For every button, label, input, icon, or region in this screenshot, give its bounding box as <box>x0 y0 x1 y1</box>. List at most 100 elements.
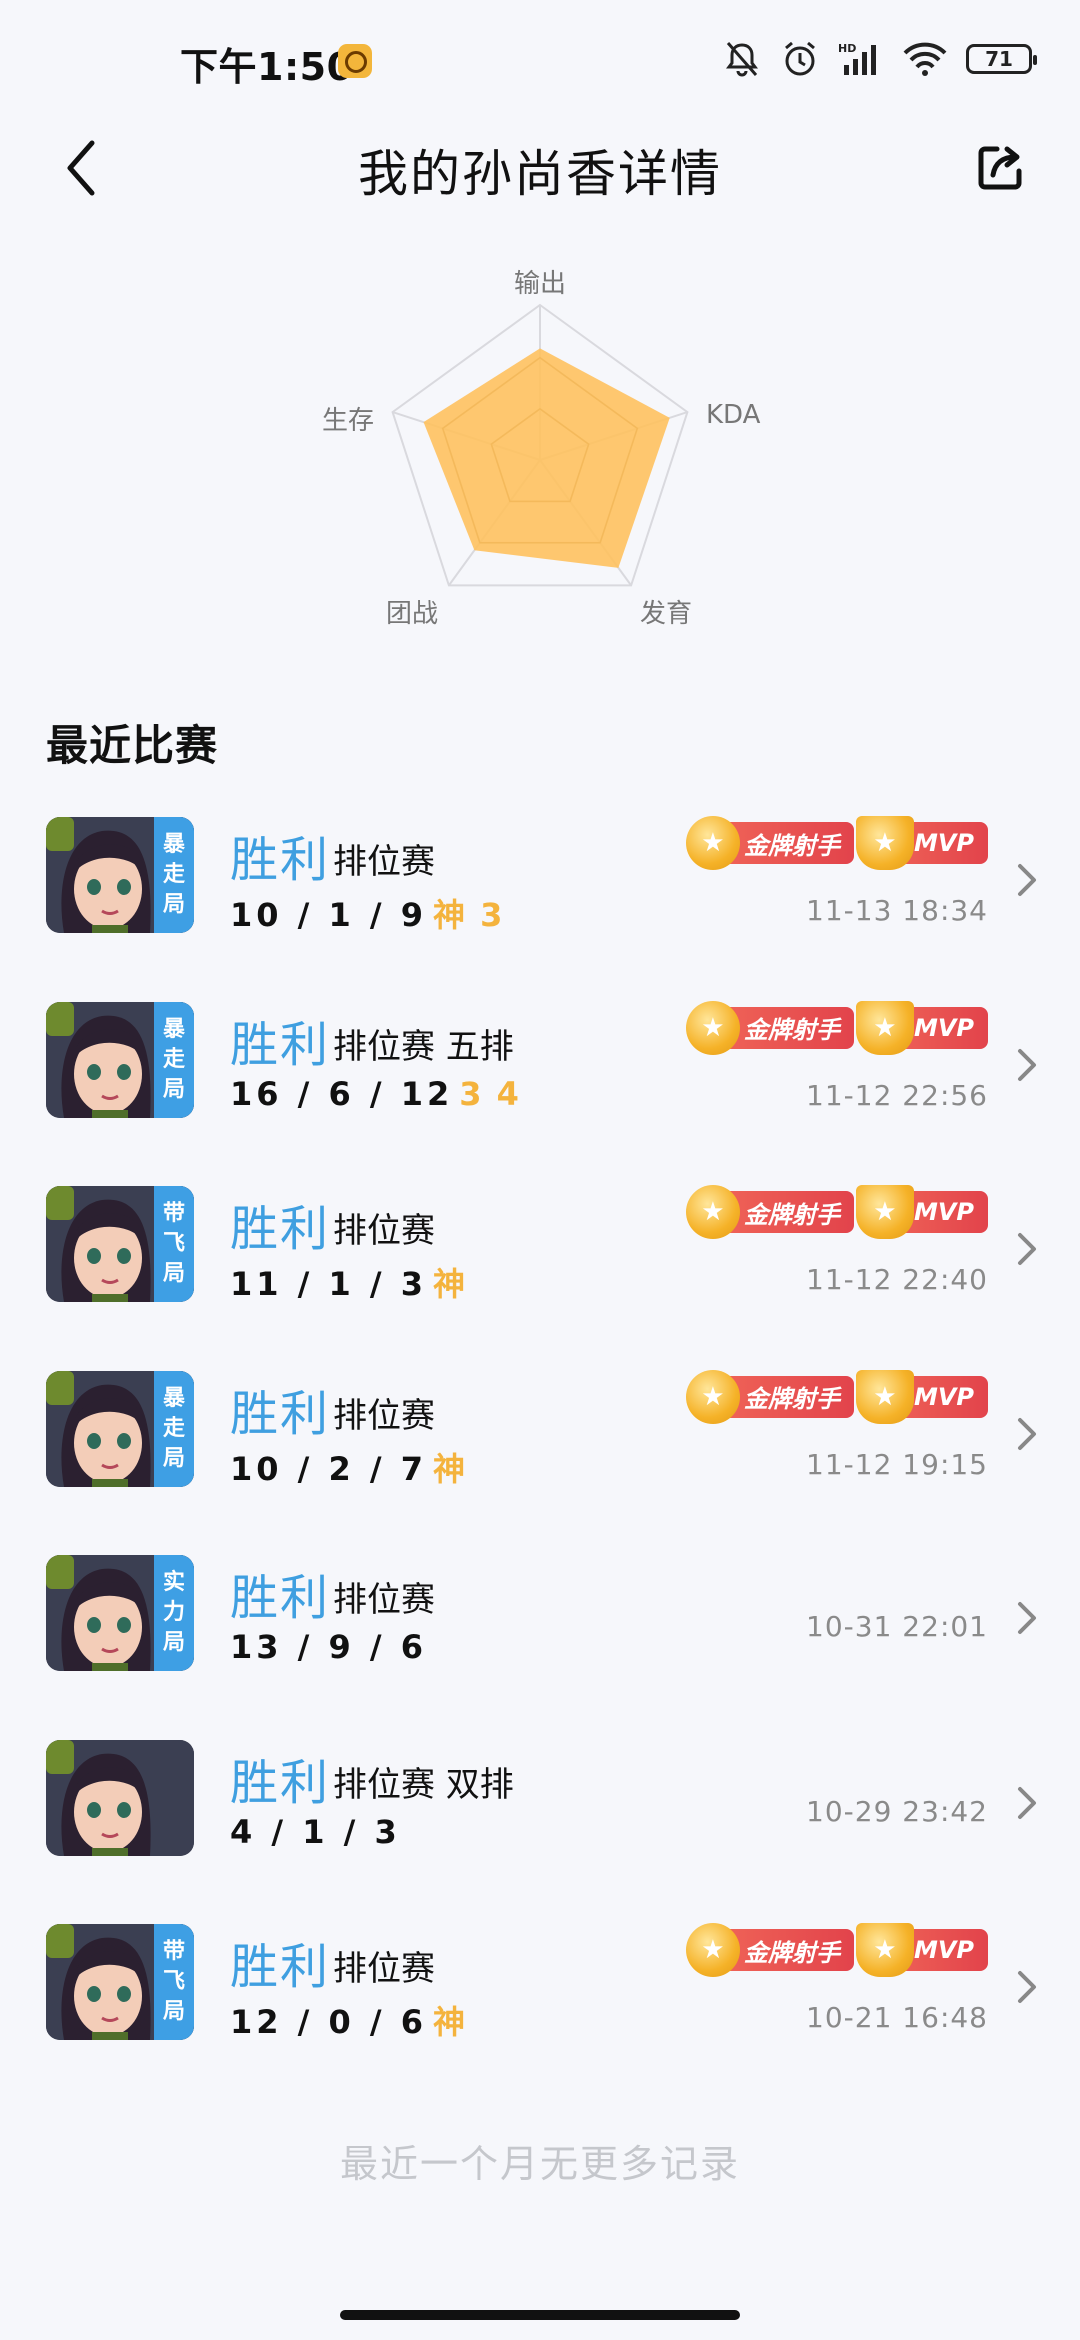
radar-label-teamfight: 团战 <box>386 599 439 629</box>
recent-matches-title: 最近比赛 <box>46 721 219 770</box>
alarm-icon <box>785 41 815 76</box>
page-title: 我的孙尚香详情 <box>358 145 722 203</box>
mvp-badge: ★ MVP <box>855 1923 988 1977</box>
match-row[interactable]: 暴走局 胜利 排位赛 五排 16 / 6 / 12 3 4 ★ 金牌射手 ★ MVP 1… <box>0 985 1080 1170</box>
svg-text:HD: HD <box>838 42 856 55</box>
chevron-right-icon <box>1018 1786 1036 1819</box>
game-app-icon <box>338 44 372 78</box>
chevron-right-icon <box>1018 1971 1036 2003</box>
match-result: 胜利 <box>230 1385 331 1442</box>
chevron-right-icon <box>1018 1233 1036 1265</box>
match-kda: 10 / 1 / 9神 3 <box>230 890 504 936</box>
no-more-records-note: 最近一个月无更多记录 <box>339 2142 740 2186</box>
match-result: 胜利 <box>230 1939 331 1995</box>
badge-label: 金牌射手 <box>743 1016 840 1044</box>
match-kda: 16 / 6 / 12 3 4 <box>230 1075 521 1113</box>
match-result: 胜利 <box>230 832 331 888</box>
radar-chart <box>391 303 689 587</box>
radar-label-kda: KDA <box>706 400 761 430</box>
kda-highlight: 神 3 <box>433 896 505 934</box>
match-kda: 11 / 1 / 3神 <box>230 1259 467 1305</box>
match-row[interactable]: 暴走局 胜利 排位赛 10 / 2 / 7神 ★ 金牌射手 ★ MVP 11-12 1… <box>0 1354 1080 1539</box>
match-row[interactable]: 暴走局 胜利 排位赛 10 / 1 / 9神 3 ★ 金牌射手 ★ MVP 11-13… <box>0 800 1080 985</box>
badge-label: 金牌射手 <box>743 831 840 860</box>
match-tag-char: 暴 <box>162 1385 185 1411</box>
gold-marksman-badge: ★ 金牌射手 <box>685 1000 854 1055</box>
match-row[interactable]: 胜利 排位赛 双排 4 / 1 / 3 10-29 23:42 <box>0 1723 1080 1908</box>
status-time: 下午1:50 <box>180 45 354 89</box>
match-time: 10-31 22:01 <box>806 1610 988 1643</box>
hero-avatar: 暴走局 <box>46 817 194 933</box>
match-tag-char: 局 <box>162 1076 185 1102</box>
mvp-badge: ★ MVP <box>855 1185 988 1239</box>
match-tag-badge: 暴走局 <box>154 817 194 933</box>
match-tag-char: 暴 <box>162 832 185 857</box>
match-mode: 排位赛 五排 <box>333 1026 514 1067</box>
kda-value: 12 / 0 / 6 <box>230 2003 427 2041</box>
match-badges: ★ 金牌射手 ★ MVP <box>685 1000 988 1055</box>
match-mode: 排位赛 <box>333 1580 435 1620</box>
match-badges: ★ 金牌射手 ★ MVP <box>685 816 988 870</box>
share-button[interactable] <box>966 132 1036 202</box>
hero-avatar: 暴走局 <box>46 1370 194 1487</box>
hero-avatar: 暴走局 <box>46 1001 194 1118</box>
match-badges: ★ 金牌射手 ★ MVP <box>685 1369 988 1424</box>
kda-value: 13 / 9 / 6 <box>230 1628 427 1666</box>
match-tag-char: 走 <box>162 1415 185 1441</box>
badge-label: MVP <box>913 1198 974 1226</box>
match-tag-char: 局 <box>162 892 185 917</box>
kda-value: 10 / 2 / 7 <box>230 1449 427 1488</box>
match-time: 11-12 19:15 <box>806 1447 988 1481</box>
match-row[interactable]: 实力局 胜利 排位赛 13 / 9 / 6 10-31 22:01 <box>0 1538 1080 1723</box>
kda-value: 10 / 1 / 9 <box>230 896 427 934</box>
signal-icon: HD <box>838 42 876 75</box>
battery-indicator: 71 <box>966 44 1037 74</box>
mute-bell-icon <box>726 42 758 77</box>
match-row[interactable]: 带飞局 胜利 排位赛 12 / 0 / 6神 ★ 金牌射手 ★ MVP 10-21 1… <box>0 1907 1080 2092</box>
match-tag-char: 实 <box>162 1570 185 1595</box>
trophy-icon: ★ <box>855 1923 914 1977</box>
chevron-right-icon <box>1018 1602 1036 1634</box>
radar-label-develop: 发育 <box>640 599 693 629</box>
match-result: 胜利 <box>230 1570 331 1626</box>
match-time: 11-13 18:34 <box>806 894 988 927</box>
ability-radar: 输出 KDA 发育 团战 生存 <box>300 255 780 655</box>
match-tag-badge: 暴走局 <box>154 1001 194 1118</box>
match-kda: 10 / 2 / 7神 <box>230 1444 467 1490</box>
match-tag-char: 暴 <box>162 1016 185 1042</box>
kda-highlight: 神 <box>433 1449 468 1488</box>
badge-label: MVP <box>913 1382 974 1411</box>
match-tag-badge: 带飞局 <box>154 1186 194 1302</box>
badge-label: 金牌射手 <box>743 1200 840 1229</box>
match-row[interactable]: 带飞局 胜利 排位赛 11 / 1 / 3神 ★ 金牌射手 ★ MVP 11-12 2… <box>0 1169 1080 1354</box>
match-time: 10-21 16:48 <box>806 2001 988 2034</box>
match-tag-char: 局 <box>162 1261 185 1286</box>
match-tag-char: 走 <box>162 1046 185 1072</box>
match-tag-badge: 带飞局 <box>154 1924 194 2040</box>
hero-avatar: 带飞局 <box>46 1186 194 1302</box>
match-mode: 排位赛 <box>333 1949 435 1989</box>
home-indicator[interactable] <box>340 2310 740 2320</box>
chevron-right-icon <box>1018 1048 1036 1081</box>
star-medal-icon: ★ <box>685 1923 740 1977</box>
kda-value: 16 / 6 / 12 <box>230 1074 454 1113</box>
nav-header: 我的孙尚香详情 <box>0 110 1080 220</box>
match-time: 11-12 22:56 <box>806 1078 988 1112</box>
mvp-badge: ★ MVP <box>855 1369 988 1424</box>
match-mode: 排位赛 双排 <box>333 1764 514 1805</box>
match-kda: 4 / 1 / 3 <box>230 1813 407 1851</box>
match-tag-char: 带 <box>162 1201 185 1226</box>
radar-label-output: 输出 <box>514 269 567 299</box>
match-badges: ★ 金牌射手 ★ MVP <box>685 1185 988 1239</box>
match-tag-char: 走 <box>162 862 185 887</box>
match-tag-char: 力 <box>162 1600 185 1625</box>
badge-label: MVP <box>913 829 974 857</box>
match-kda: 12 / 0 / 6神 <box>230 1997 467 2043</box>
match-result: 胜利 <box>230 1016 331 1073</box>
match-kda: 13 / 9 / 6 <box>230 1628 433 1666</box>
match-detail-page: 下午1:50 HD 71 我的孙尚香详情 输出 KDA 发育 团战 生存 最近比… <box>0 0 1080 2340</box>
kda-value: 4 / 1 / 3 <box>230 1812 401 1851</box>
wifi-icon <box>903 42 947 76</box>
star-medal-icon: ★ <box>685 1369 740 1424</box>
trophy-icon: ★ <box>855 1000 914 1055</box>
